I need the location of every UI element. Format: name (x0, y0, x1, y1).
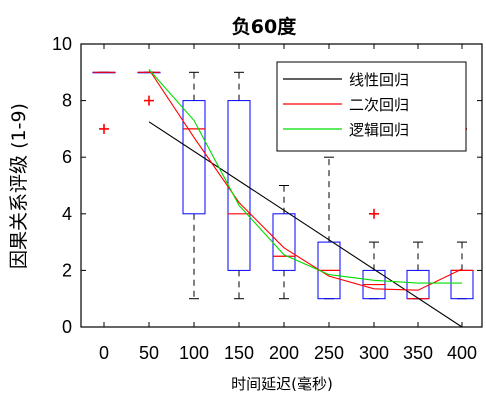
x-axis-label: 时间延迟(毫秒) (231, 375, 333, 393)
box-iqr (450, 269, 474, 300)
legend-label-1: 二次回归 (349, 96, 409, 114)
chart-svg: 负60度 02468100 50 100 150 200 250 300 350 400 时间延… (8, 15, 483, 393)
box-iqr (406, 269, 430, 300)
x-tick-label: 0 (99, 343, 109, 363)
y-axis-label: 因果关系评级 (1-9) (8, 103, 30, 269)
box-300 (362, 208, 386, 300)
y-tick-label: 4 (62, 204, 72, 224)
y-tick-label: 6 (62, 147, 72, 167)
x-tick-label: 200 (269, 343, 299, 363)
x-tick-label: 400 (447, 343, 477, 363)
x-tick-label: 350 (403, 343, 433, 363)
box-100 (182, 71, 206, 300)
box-iqr (272, 213, 296, 271)
x-tick-label: 100 (179, 343, 209, 363)
series-line-0 (148, 121, 463, 328)
box-200 (272, 185, 296, 300)
y-tick-label: 10 (52, 34, 72, 54)
y-tick-label: 8 (62, 91, 72, 111)
box-iqr (182, 100, 206, 215)
box-50 (137, 71, 161, 106)
y-tick-label: 2 (62, 260, 72, 280)
x-tick-label: 50 (139, 343, 159, 363)
x-tick-label: 150 (224, 343, 254, 363)
box-250 (317, 156, 341, 300)
legend-label-2: 逻辑回归 (349, 121, 409, 139)
legend-label-0: 线性回归 (349, 71, 409, 89)
x-tick-label: 300 (359, 343, 389, 363)
legend: 线性回归二次回归逻辑回归 (276, 61, 467, 152)
chart-title: 负60度 (232, 15, 297, 38)
box-0 (92, 71, 116, 134)
x-tick-label: 250 (314, 343, 344, 363)
y-tick-label: 0 (62, 317, 72, 337)
